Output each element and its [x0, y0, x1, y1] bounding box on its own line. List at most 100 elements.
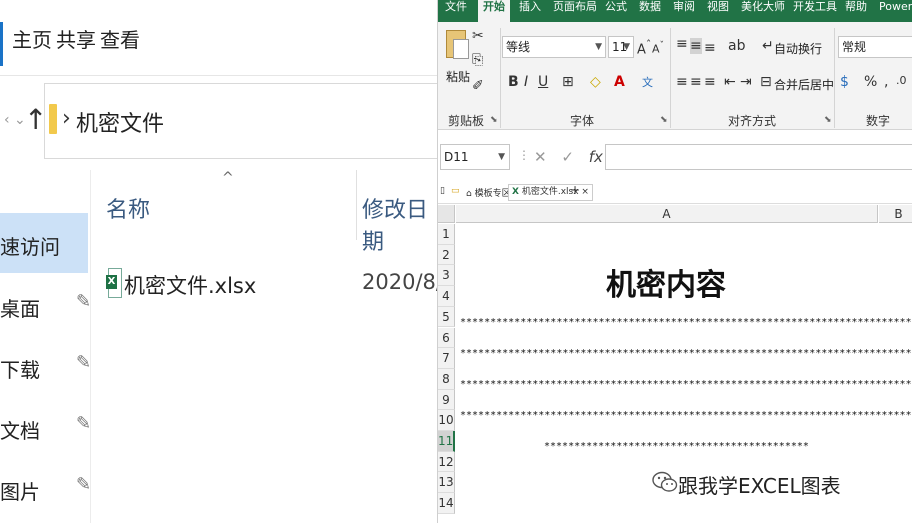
- row-header[interactable]: 7: [438, 348, 455, 369]
- accounting-format-icon[interactable]: $: [840, 74, 849, 90]
- close-icon[interactable]: ×: [581, 187, 589, 197]
- tab-home[interactable]: 主页: [12, 24, 52, 53]
- alignment-launcher-icon[interactable]: ⬊: [824, 115, 832, 125]
- tab-file[interactable]: 文件: [440, 0, 472, 22]
- tab-beautify-master[interactable]: 美化大师: [736, 0, 790, 22]
- clipboard-launcher-icon[interactable]: ⬊: [490, 115, 498, 125]
- star-line-cell[interactable]: ****************************************…: [460, 379, 912, 390]
- phonetic-guide-icon[interactable]: 文: [642, 74, 653, 90]
- increase-indent-icon[interactable]: ⇥: [740, 74, 752, 90]
- star-line-cell[interactable]: ****************************************…: [460, 317, 912, 328]
- tab-share[interactable]: 共享: [56, 24, 96, 53]
- orientation-icon[interactable]: ab: [728, 38, 745, 54]
- history-dropdown-icon[interactable]: ‹ ⌄: [4, 112, 26, 128]
- pin-icon[interactable]: ✎: [76, 413, 91, 434]
- tab-insert[interactable]: 插入: [514, 0, 546, 22]
- align-right-icon[interactable]: ≡: [704, 74, 716, 90]
- sidebar-item-desktop[interactable]: 桌面 ✎: [0, 275, 91, 335]
- column-header-name[interactable]: 名称: [106, 192, 150, 224]
- column-header-modified[interactable]: 修改日期: [362, 192, 437, 256]
- row-header[interactable]: 3: [438, 265, 455, 287]
- italic-icon[interactable]: I: [524, 74, 528, 90]
- file-row[interactable]: 机密文件.xlsx 2020/8/8 13:17: [100, 258, 437, 312]
- sheet-title-cell[interactable]: 机密内容: [456, 260, 876, 304]
- font-name-select[interactable]: 等线 ▼: [502, 36, 606, 58]
- add-tab-icon[interactable]: +: [570, 183, 580, 197]
- align-top-icon[interactable]: ≡: [676, 36, 688, 52]
- wrap-text-icon[interactable]: ↵: [762, 38, 774, 54]
- row-header[interactable]: 5: [438, 306, 455, 328]
- pin-icon[interactable]: ✎: [76, 352, 91, 373]
- star-line-cell[interactable]: ****************************************…: [460, 348, 912, 359]
- tab-page-layout[interactable]: 页面布局: [548, 0, 602, 22]
- enter-icon[interactable]: ✓: [561, 148, 574, 166]
- new-file-icon[interactable]: ▯: [440, 186, 445, 196]
- tab-home[interactable]: 开始: [478, 0, 510, 22]
- number-format-select[interactable]: 常规: [838, 36, 912, 58]
- font-color-icon[interactable]: A: [614, 74, 625, 90]
- doc-tab-secret-file[interactable]: X 机密文件.xlsx ×: [508, 184, 593, 201]
- folder-icon[interactable]: ▭: [451, 186, 460, 196]
- bold-icon[interactable]: B: [508, 74, 519, 90]
- cut-icon[interactable]: ✂: [472, 28, 484, 44]
- borders-icon[interactable]: ⊞: [562, 74, 574, 90]
- increase-decimal-icon[interactable]: .0: [896, 74, 907, 87]
- star-line-cell[interactable]: ****************************************…: [544, 441, 809, 452]
- row-header[interactable]: 6: [438, 327, 455, 349]
- tab-developer[interactable]: 开发工具: [788, 0, 842, 22]
- sidebar-item-documents[interactable]: 文档 ✎: [0, 397, 91, 457]
- pin-icon[interactable]: ✎: [76, 291, 91, 312]
- merge-center-icon[interactable]: ⊟: [760, 74, 772, 90]
- insert-function-icon[interactable]: fx: [589, 148, 603, 166]
- row-header[interactable]: 14: [438, 493, 455, 514]
- tab-view[interactable]: 视图: [702, 0, 734, 22]
- row-header[interactable]: 8: [438, 368, 455, 390]
- column-header-b[interactable]: B: [879, 205, 912, 223]
- shrink-font-icon[interactable]: Aˇ: [652, 40, 664, 56]
- row-header[interactable]: 12: [438, 451, 455, 473]
- decrease-indent-icon[interactable]: ⇤: [724, 74, 736, 90]
- name-box[interactable]: D11 ▼: [440, 144, 510, 170]
- breadcrumb-chevron-icon[interactable]: ›: [62, 106, 71, 131]
- font-size-select[interactable]: 11 ▼: [608, 36, 634, 58]
- tab-help[interactable]: 帮助: [840, 0, 872, 22]
- sidebar-item-pictures[interactable]: 图片 ✎: [0, 458, 91, 518]
- file-name[interactable]: 机密文件.xlsx: [124, 270, 256, 300]
- sidebar-item-quick-access[interactable]: 速访问: [0, 213, 88, 273]
- comma-style-icon[interactable]: ,: [884, 74, 888, 90]
- wrap-text-button[interactable]: 自动换行: [774, 40, 822, 57]
- fill-color-icon[interactable]: ◇: [590, 74, 601, 90]
- sidebar-item-downloads[interactable]: 下载 ✎: [0, 336, 91, 396]
- cancel-icon[interactable]: ✕: [534, 148, 547, 166]
- doc-tab-templates[interactable]: ⌂ 模板专区: [466, 186, 511, 199]
- percent-style-icon[interactable]: %: [864, 74, 877, 90]
- formula-input[interactable]: [605, 144, 912, 170]
- row-header[interactable]: 2: [438, 244, 455, 266]
- align-bottom-icon[interactable]: ≡: [704, 40, 716, 56]
- align-center-icon[interactable]: ≡: [690, 74, 702, 90]
- star-line-cell[interactable]: ****************************************…: [460, 410, 912, 421]
- column-header-a[interactable]: A: [456, 205, 878, 223]
- align-left-icon[interactable]: ≡: [676, 74, 688, 90]
- row-header[interactable]: 9: [438, 389, 455, 411]
- underline-icon[interactable]: U: [538, 74, 548, 90]
- row-header[interactable]: 13: [438, 472, 455, 494]
- tab-review[interactable]: 审阅: [668, 0, 700, 22]
- row-header[interactable]: 10: [438, 410, 455, 431]
- column-divider[interactable]: [356, 170, 357, 240]
- tab-data[interactable]: 数据: [634, 0, 666, 22]
- row-header[interactable]: 4: [438, 286, 455, 307]
- pin-icon[interactable]: ✎: [76, 474, 91, 495]
- align-middle-icon[interactable]: ≡: [690, 38, 702, 54]
- tab-formulas[interactable]: 公式: [600, 0, 632, 22]
- row-header[interactable]: 1: [438, 224, 455, 245]
- grow-font-icon[interactable]: Aˆ: [637, 38, 651, 57]
- font-launcher-icon[interactable]: ⬊: [660, 115, 668, 125]
- tab-power-pivot[interactable]: Power P: [874, 0, 912, 22]
- paste-icon[interactable]: [446, 30, 469, 59]
- merge-center-button[interactable]: 合并后居中: [774, 76, 834, 93]
- breadcrumb-current-folder[interactable]: 机密文件: [76, 106, 164, 138]
- row-header[interactable]: 11: [438, 431, 455, 452]
- select-all-corner[interactable]: [438, 205, 455, 223]
- tab-view[interactable]: 查看: [100, 24, 140, 53]
